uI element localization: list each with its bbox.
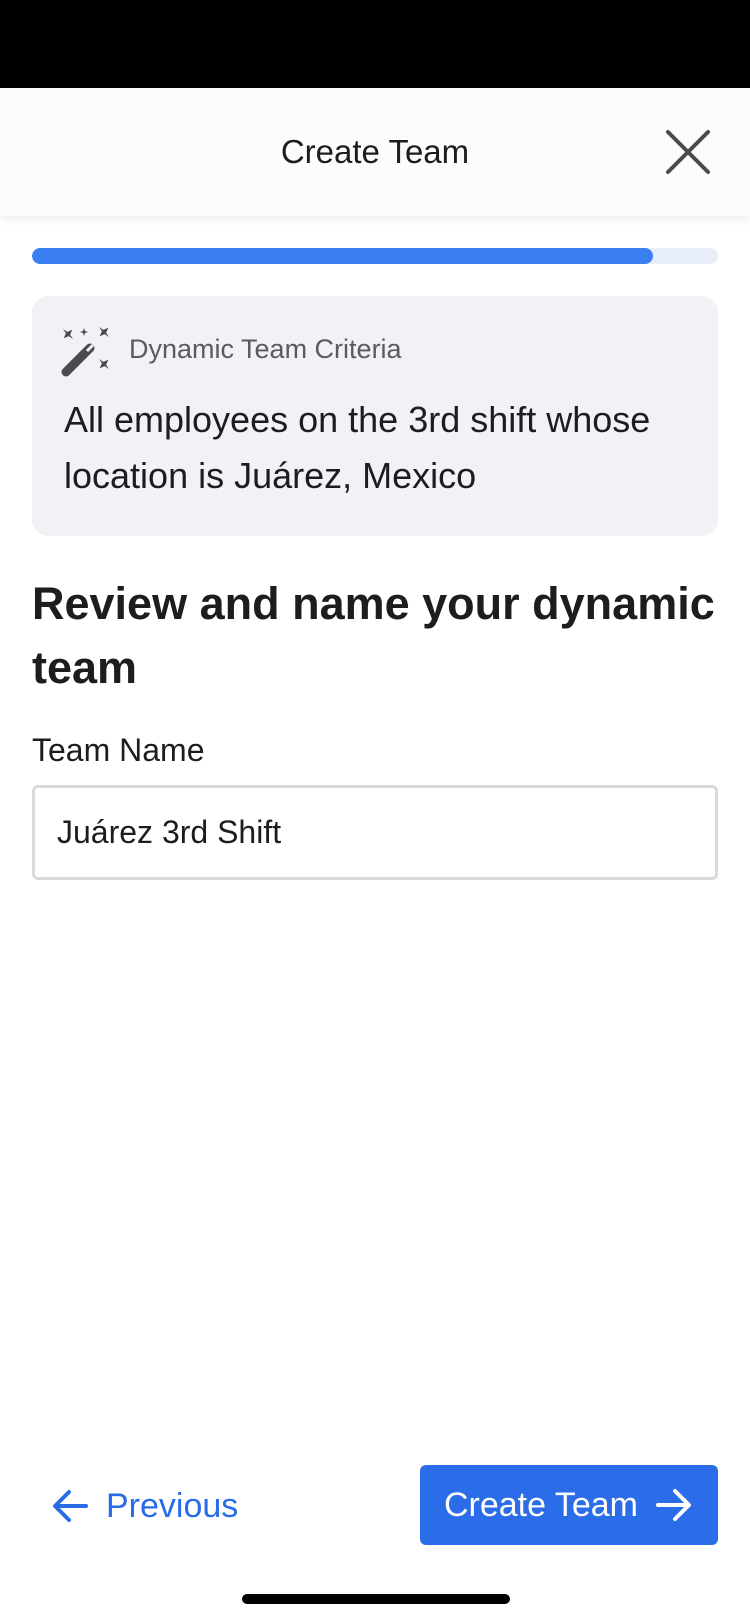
arrow-right-icon [656, 1489, 692, 1521]
section-title: Review and name your dynamic team [32, 578, 715, 693]
previous-label: Previous [106, 1486, 239, 1525]
criteria-label: Dynamic Team Criteria [129, 334, 402, 364]
previous-button[interactable]: Previous [50, 1466, 238, 1546]
header: Create Team [0, 88, 750, 216]
criteria-card: Dynamic Team Criteria All employees on t… [32, 296, 718, 536]
status-bar [0, 0, 750, 88]
team-name-label: Team Name [32, 732, 205, 768]
criteria-description: All employees on the 3rd shift whose loc… [64, 399, 651, 496]
arrow-left-icon [53, 1490, 88, 1522]
close-button[interactable] [660, 124, 716, 180]
progress-bar [32, 248, 718, 264]
create-team-label: Create Team [443, 1485, 639, 1524]
home-indicator [242, 1594, 510, 1604]
progress-fill [32, 248, 653, 264]
page-title: Create Team [280, 133, 470, 170]
team-name-input[interactable] [32, 785, 718, 880]
magic-wand-icon [60, 324, 114, 378]
close-icon [666, 130, 710, 174]
create-team-button[interactable]: Create Team [420, 1465, 718, 1545]
